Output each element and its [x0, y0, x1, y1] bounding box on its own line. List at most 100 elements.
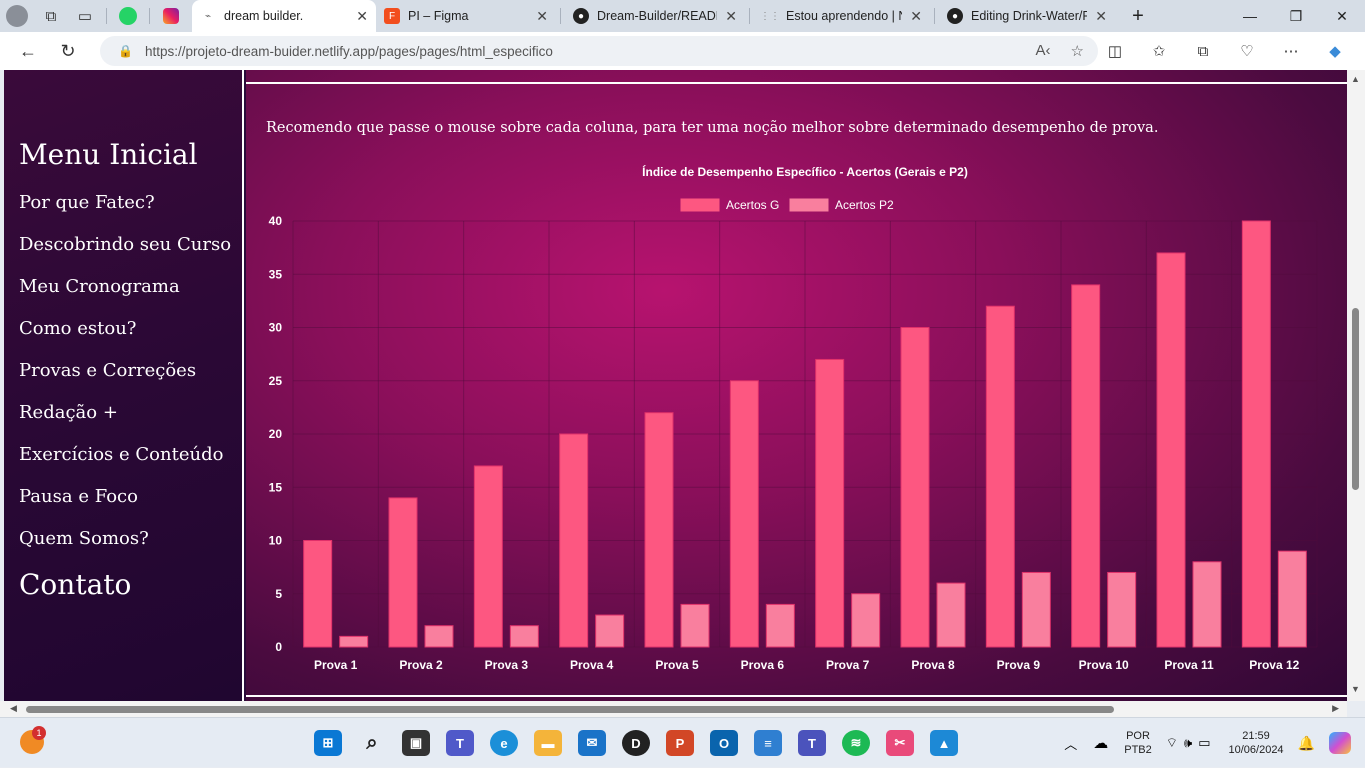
workspaces-icon[interactable]: ⧉ — [34, 0, 68, 32]
start-icon[interactable]: ⊞ — [314, 730, 342, 756]
minimize-icon[interactable]: — — [1227, 0, 1273, 32]
scrollbar-thumb[interactable] — [26, 706, 1114, 713]
bar-acertos-p2 — [851, 593, 881, 648]
collections-icon[interactable]: ⧉ — [1181, 43, 1225, 60]
sidebar-item-menu-inicial[interactable]: Menu Inicial — [19, 138, 198, 171]
sidebar-item-redacao[interactable]: Redação + — [19, 402, 118, 423]
outlook-icon[interactable]: O — [710, 730, 738, 756]
y-tick-label: 15 — [269, 480, 283, 494]
divider — [246, 695, 1347, 697]
new-tab-icon[interactable]: + — [1115, 0, 1161, 32]
edge-icon[interactable]: e — [490, 730, 518, 756]
horizontal-scrollbar[interactable]: ◀ ▶ — [0, 701, 1347, 717]
notepad-icon[interactable]: ≡ — [754, 730, 782, 756]
search-icon[interactable]: ⌕ — [358, 730, 386, 756]
bar-acertos-g — [388, 497, 418, 648]
snipping-tool-icon[interactable]: ✂ — [886, 730, 914, 756]
sidebar-item-como-estou[interactable]: Como estou? — [19, 318, 136, 339]
x-tick-label: Prova 1 — [314, 658, 358, 672]
tab-github-editing[interactable]: ● Editing Drink-Water/R ✕ — [939, 0, 1115, 32]
close-tab-icon[interactable]: ✕ — [910, 8, 922, 25]
legend-label: Acertos G — [726, 198, 779, 212]
x-tick-label: Prova 10 — [1079, 658, 1129, 672]
show-hidden-icons-icon[interactable]: ︿ — [1064, 734, 1077, 753]
tab-actions-icon[interactable]: ▭ — [68, 0, 102, 32]
browser-tab-bar: ⧉ ▭ ⌁ dream builder. ✕ F PI – Figma ✕ ● … — [0, 0, 1365, 32]
spotify-icon[interactable]: ≋ — [842, 730, 870, 756]
powerpoint-icon[interactable]: P — [666, 730, 694, 756]
teams-new-icon[interactable]: T — [798, 730, 826, 756]
tab-dream-builder[interactable]: ⌁ dream builder. ✕ — [192, 0, 376, 32]
address-bar[interactable]: 🔒 https://projeto-dream-buider.netlify.a… — [100, 36, 1098, 66]
close-window-icon[interactable]: ✕ — [1319, 0, 1365, 32]
sidebar-item-exercicios-e-conteudo[interactable]: Exercícios e Conteúdo — [19, 444, 223, 465]
close-tab-icon[interactable]: ✕ — [356, 8, 368, 25]
restore-icon[interactable]: ❐ — [1273, 0, 1319, 32]
figma-icon: F — [384, 8, 400, 24]
photos-icon[interactable]: ▲ — [930, 730, 958, 756]
volume-icon[interactable]: 🕪 — [1184, 735, 1192, 751]
sidebar-item-meu-cronograma[interactable]: Meu Cronograma — [19, 276, 180, 297]
bar-acertos-g — [559, 433, 589, 648]
task-view-icon[interactable]: ▣ — [402, 730, 430, 756]
file-explorer-icon[interactable]: ▬ — [534, 730, 562, 756]
teams-icon[interactable]: T — [446, 730, 474, 756]
browser-essentials-icon[interactable]: ♡ — [1225, 42, 1269, 60]
sidebar-item-por-que-fatec[interactable]: Por que Fatec? — [19, 192, 155, 213]
mail-icon[interactable]: ✉ — [578, 730, 606, 756]
performance-bar-chart[interactable]: Índice de Desempenho Específico - Acerto… — [246, 70, 1347, 701]
bar-acertos-g — [303, 540, 333, 648]
sidebar-item-descobrindo-seu-curso[interactable]: Descobrindo seu Curso — [19, 234, 231, 255]
x-tick-label: Prova 12 — [1249, 658, 1299, 672]
browser-tools: ◫ ✩ ⧉ ♡ ⋯ ◆ — [1093, 32, 1357, 70]
y-tick-label: 40 — [269, 214, 283, 228]
sidebar-item-provas-e-correcoes[interactable]: Provas e Correções — [19, 360, 196, 381]
copilot-taskbar-icon[interactable] — [1329, 732, 1351, 754]
tab-title: dream builder. — [224, 9, 304, 23]
tab-title: PI – Figma — [408, 9, 469, 23]
copilot-icon[interactable]: ◆ — [1313, 42, 1357, 60]
read-aloud-icon[interactable]: A‹ — [1036, 42, 1051, 60]
sidebar-item-quem-somos[interactable]: Quem Somos? — [19, 528, 149, 549]
more-icon[interactable]: ⋯ — [1269, 42, 1313, 60]
tab-figma[interactable]: F PI – Figma ✕ — [376, 0, 556, 32]
split-screen-icon[interactable]: ◫ — [1093, 42, 1137, 60]
favorite-star-icon[interactable]: ☆ — [1071, 42, 1084, 60]
close-tab-icon[interactable]: ✕ — [536, 8, 548, 25]
battery-icon[interactable]: ▭ — [1198, 735, 1210, 751]
favorites-icon[interactable]: ✩ — [1137, 42, 1181, 60]
refresh-icon[interactable]: ↻ — [48, 32, 88, 70]
x-tick-label: Prova 6 — [741, 658, 785, 672]
profile-avatar[interactable] — [0, 0, 34, 32]
clock[interactable]: 21:59 10/06/2024 — [1229, 729, 1284, 757]
sidebar-item-contato[interactable]: Contato — [19, 568, 131, 601]
close-tab-icon[interactable]: ✕ — [1095, 8, 1107, 25]
language-indicator[interactable]: POR PTB2 — [1124, 729, 1152, 757]
y-tick-label: 10 — [269, 534, 283, 548]
y-tick-label: 30 — [269, 321, 283, 335]
wifi-icon[interactable]: ⌔ — [1166, 735, 1178, 751]
x-tick-label: Prova 7 — [826, 658, 870, 672]
bar-acertos-p2 — [765, 603, 795, 648]
sidebar-item-pausa-e-foco[interactable]: Pausa e Foco — [19, 486, 138, 507]
tab-github-readme[interactable]: ● Dream-Builder/READM ✕ — [565, 0, 745, 32]
scrollbar-thumb[interactable] — [1352, 308, 1359, 490]
main-content: Recomendo que passe o mouse sobre cada c… — [246, 70, 1347, 701]
vertical-scrollbar[interactable]: ▲ ▼ — [1347, 70, 1365, 701]
close-tab-icon[interactable]: ✕ — [725, 8, 737, 25]
tab-netacad[interactable]: ⋮⋮ Estou aprendendo | Ne ✕ — [754, 0, 930, 32]
whatsapp-pinned-tab[interactable] — [111, 0, 145, 32]
bar-acertos-p2 — [1107, 571, 1137, 648]
instagram-pinned-tab[interactable] — [154, 0, 188, 32]
y-tick-label: 5 — [275, 587, 282, 601]
dell-icon[interactable]: D — [622, 730, 650, 756]
back-icon[interactable]: ← — [8, 32, 48, 70]
bar-acertos-p2 — [424, 625, 454, 648]
windows-taskbar: 1 ⊞ ⌕ ▣ T e ▬ ✉ D P O ≡ T ≋ ✂ ▲ ︿ ☁ POR P… — [0, 717, 1365, 767]
notifications-bell-icon[interactable]: 🔔 — [1298, 735, 1315, 752]
onedrive-icon[interactable]: ☁ — [1093, 734, 1108, 752]
x-tick-label: Prova 8 — [911, 658, 955, 672]
lock-icon[interactable]: 🔒 — [118, 44, 133, 58]
chart-title: Índice de Desempenho Específico - Acerto… — [642, 164, 968, 179]
x-tick-label: Prova 3 — [485, 658, 529, 672]
